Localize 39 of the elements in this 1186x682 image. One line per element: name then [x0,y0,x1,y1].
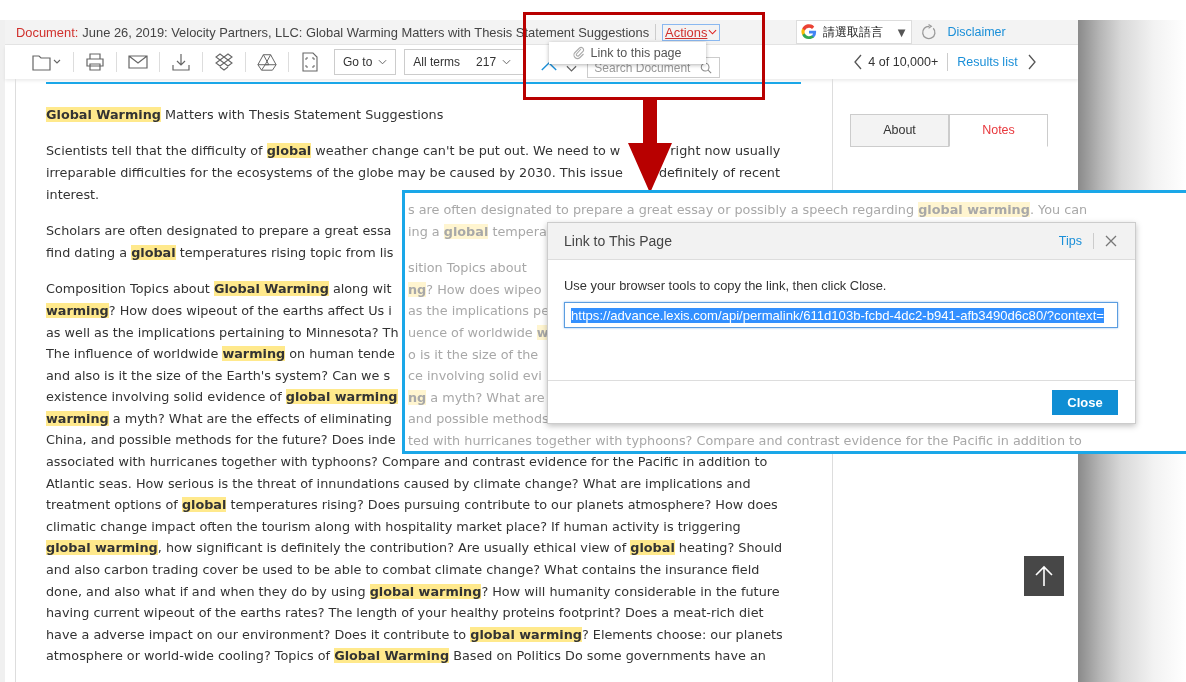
magnified-text: s are often designated to prepare a great essay or possibly a speech regarding global warming. You can [408,202,1088,217]
dialog-message: Use your browser tools to copy the link, then click Close. [564,278,888,293]
document-text: Global Warming Matters with Thesis Statement Suggestions [46,106,444,122]
document-text: having current wipeout of the earths rates? The length of your healthy proteins footprint? Does a meat-rich diet [46,605,764,621]
document-text: Atlantic seas. How serious is the threat of innundations caused by climate change? What are implications and [46,475,751,491]
document-text: existence involving solid evidence of global warming [46,389,398,405]
document-text: interest. [46,186,100,202]
document-text: find dating a global temperatures rising topic from lis [46,244,394,260]
document-text: as well as the implications pertaining to Minnesota? Th [46,324,399,340]
document-text: warming a myth? What are the effects of eliminating [46,410,392,426]
document-text: and also carbon trading cover be used to be able to combat climate change? What contains the insurance field [46,562,760,578]
magnified-text: ng? How does wipeo [408,281,542,297]
document-text: atmosphere or world-wide cooling? Topics of Global Warming Based on Politics Do some governments have an [46,648,766,664]
document-text: done, and also what if and when they do by using global warming? How will humanity considerable in the future [46,583,780,599]
document-text: China, and possible methods for the future? Does inde [46,432,396,448]
document-text: definitely of recent [658,164,780,180]
document-text: climatic change impact often the tourism along with hospitality market place? If human activity is triggering [46,518,741,534]
magnified-text: and possible methods [408,411,549,427]
magnified-text: sition Topics about [408,260,527,276]
document-label: Document: [16,24,79,40]
magnified-text: ce involving solid evi [408,368,542,384]
document-text: Composition Topics about Global Warming along wit [46,281,392,297]
document-text: right now usually [670,143,781,159]
document-text: Scientists tell that the difficulty of global weather change can't be put out. We need to w [46,143,621,159]
document-text: have a adverse impact on our environment? Does it contribute to global warming? Elements choose: our planets [46,626,783,642]
document-position: 4 of 10,000+ [868,54,939,69]
document-text: Scholars are often designated to prepare a great essa [46,223,392,239]
document-text: global warming, how significant is definitely the contribution? Are usually ethical view of global heating? Should [46,540,783,556]
document-text: The influence of worldwide warming on human tende [46,346,395,362]
magnified-text: ng a myth? What are [408,389,545,405]
magnified-text: o is it the size of the [408,346,539,362]
dialog-title: Link to This Page [564,233,673,249]
document-text: treatment options of global temperatures rising? Does pursuing contribute to our planets atmosphere? How does [46,497,778,513]
document-text: associated with hurricanes together with typhoons? Compare and contrast evidence for the Pacific in addition to [46,454,768,470]
document-text: irreparable difficulties for the ecosystems of the globe may be caused by 2030. This issue [46,164,623,180]
magnified-text: ted with hurricanes together with typhoons? Compare and contrast evidence for the Pacific in addition to [408,432,1082,448]
document-text: warming? How does wipeout of the earths affect Us i [46,302,392,318]
document-text: and also is it the size of the Earth's system? Can we s [46,367,391,383]
magnified-text: ing a global tempera [408,223,547,239]
